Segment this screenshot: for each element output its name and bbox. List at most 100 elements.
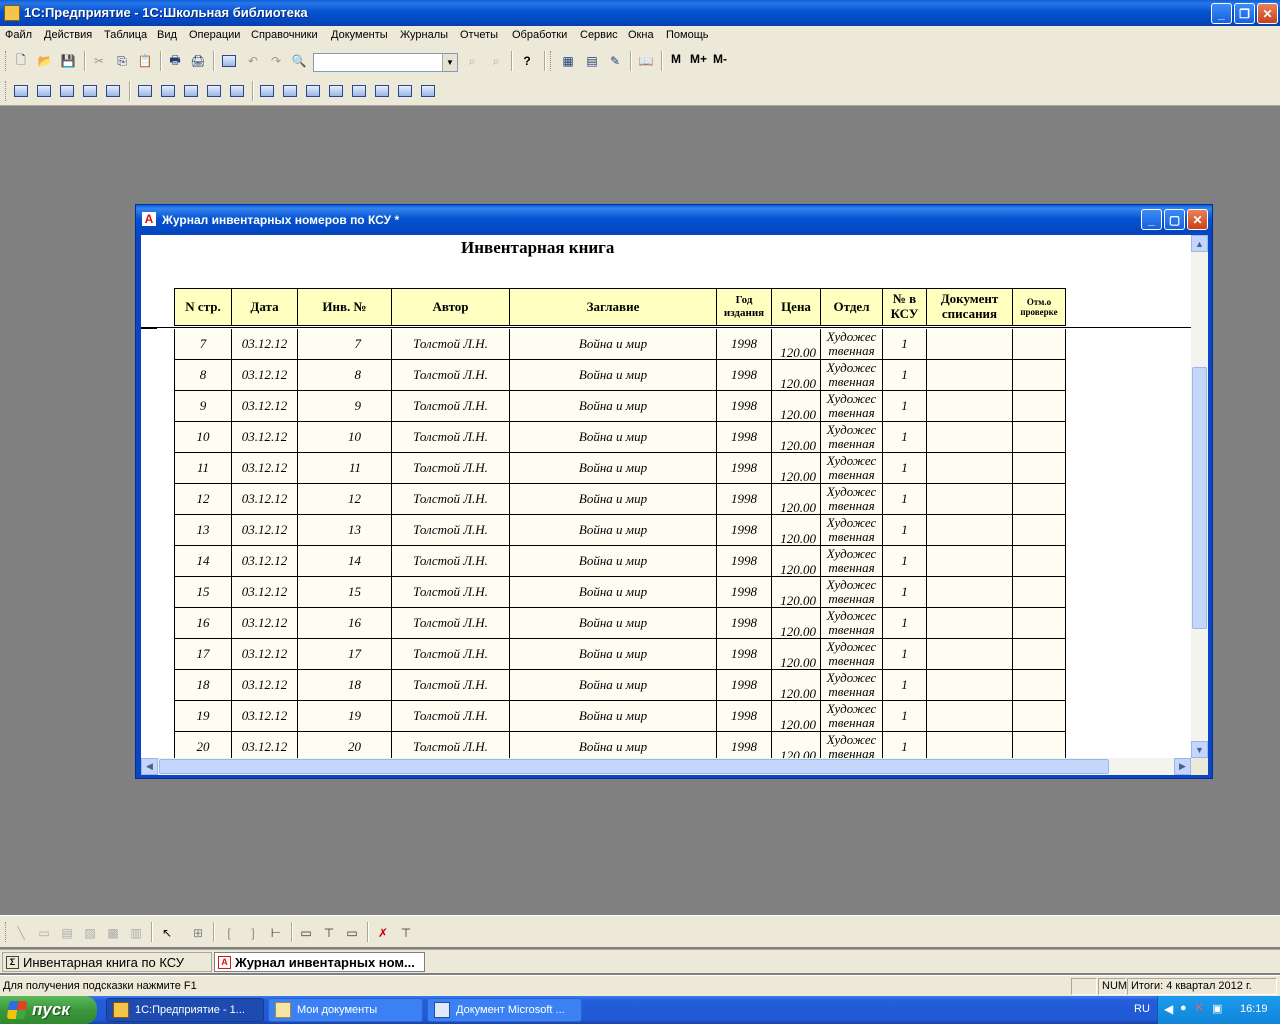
enumerations-icon[interactable] <box>159 82 177 100</box>
cell-check[interactable] <box>1012 329 1066 360</box>
cell-date[interactable]: 03.12.12 <box>231 422 297 453</box>
cell-writeoff[interactable] <box>926 515 1012 546</box>
cell-inv[interactable]: 9 <box>297 391 391 422</box>
toolbar-grip[interactable] <box>5 922 8 942</box>
cell-dept[interactable]: Художес твенная <box>820 391 882 422</box>
cell-line[interactable]: 16 <box>174 608 231 639</box>
cell-price[interactable]: 120.00 <box>771 670 820 701</box>
table-row[interactable]: 11 03.12.12 11 Толстой Л.Н. Война и мир 1998 1… <box>141 453 1191 484</box>
cell-date[interactable]: 03.12.12 <box>231 732 297 758</box>
notebook-icon[interactable] <box>396 82 414 100</box>
cell-title[interactable]: Война и мир <box>509 329 716 360</box>
catalogs-icon[interactable] <box>35 82 53 100</box>
cell-ksu[interactable]: 1 <box>882 360 926 391</box>
toolbar-grip[interactable] <box>5 81 8 101</box>
vertical-scrollbar[interactable]: ▲ ▼ <box>1191 235 1208 758</box>
cell-title[interactable]: Война и мир <box>509 391 716 422</box>
cell-year[interactable]: 1998 <box>716 360 771 391</box>
cell-check[interactable] <box>1012 608 1066 639</box>
cell-ksu[interactable]: 1 <box>882 670 926 701</box>
report-minimize-button[interactable]: _ <box>1141 209 1162 230</box>
tab-inventory-book[interactable]: Σ Инвентарная книга по КСУ <box>2 952 212 972</box>
memory-button[interactable]: M <box>671 52 681 66</box>
constants-icon[interactable] <box>12 82 30 100</box>
cell-author[interactable]: Толстой Л.Н. <box>391 732 509 758</box>
cell-writeoff[interactable] <box>926 608 1012 639</box>
copy-icon[interactable]: ⎘ <box>113 52 131 70</box>
documents-icon[interactable] <box>58 82 76 100</box>
cell-price[interactable]: 120.00 <box>771 329 820 360</box>
cell-line[interactable]: 18 <box>174 670 231 701</box>
cell-inv[interactable]: 16 <box>297 608 391 639</box>
cell-date[interactable]: 03.12.12 <box>231 329 297 360</box>
cell-dept[interactable]: Художес твенная <box>820 360 882 391</box>
find-prev-icon[interactable]: ⌕ <box>487 52 505 70</box>
tray-expand-icon[interactable]: ◀ <box>1164 1002 1173 1016</box>
cell-line[interactable]: 8 <box>174 360 231 391</box>
cell-date[interactable]: 03.12.12 <box>231 515 297 546</box>
cell-year[interactable]: 1998 <box>716 422 771 453</box>
cell-ksu[interactable]: 1 <box>882 484 926 515</box>
cell-author[interactable]: Толстой Л.Н. <box>391 639 509 670</box>
cell-price[interactable]: 120.00 <box>771 577 820 608</box>
cell-ksu[interactable]: 1 <box>882 453 926 484</box>
list-icon[interactable] <box>327 82 345 100</box>
cell-inv[interactable]: 15 <box>297 577 391 608</box>
cell-line[interactable]: 12 <box>174 484 231 515</box>
cell-year[interactable]: 1998 <box>716 639 771 670</box>
cell-price[interactable]: 120.00 <box>771 732 820 758</box>
cell-check[interactable] <box>1012 732 1066 758</box>
cell-line[interactable]: 19 <box>174 701 231 732</box>
table-row[interactable]: 14 03.12.12 14 Толстой Л.Н. Война и мир 1998 1… <box>141 546 1191 577</box>
cell-year[interactable]: 1998 <box>716 608 771 639</box>
chart-icon[interactable]: ▥ <box>127 924 145 942</box>
calc-kinds-icon[interactable] <box>205 82 223 100</box>
open-icon[interactable]: 📂 <box>36 52 54 70</box>
scroll-up-icon[interactable]: ▲ <box>1191 235 1208 252</box>
cell-title[interactable]: Война и мир <box>509 546 716 577</box>
cell-ksu[interactable]: 1 <box>882 608 926 639</box>
table-row[interactable]: 8 03.12.12 8 Толстой Л.Н. Война и мир 1998 120… <box>141 360 1191 391</box>
text-box-icon[interactable]: ▤ <box>58 924 76 942</box>
cell-dept[interactable]: Художес твенная <box>820 639 882 670</box>
cell-date[interactable]: 03.12.12 <box>231 391 297 422</box>
new-icon[interactable]: 🗋 <box>12 52 30 70</box>
table-row[interactable]: 13 03.12.12 13 Толстой Л.Н. Война и мир 1998 1… <box>141 515 1191 546</box>
cell-inv[interactable]: 14 <box>297 546 391 577</box>
cell-title[interactable]: Война и мир <box>509 360 716 391</box>
pointer-icon[interactable]: ↖ <box>158 924 176 942</box>
edit-icon[interactable]: ✎ <box>606 52 624 70</box>
menu-reports[interactable]: Отчеты <box>460 29 498 41</box>
cell-dept[interactable]: Художес твенная <box>820 546 882 577</box>
task-1c[interactable]: 1С:Предприятие - 1... <box>106 998 264 1022</box>
menu-windows[interactable]: Окна <box>628 29 654 41</box>
sequence-icon[interactable] <box>228 82 246 100</box>
cell-title[interactable]: Война и мир <box>509 732 716 758</box>
print-preview-icon[interactable]: 🖨 <box>189 52 207 70</box>
table-row[interactable]: 17 03.12.12 17 Толстой Л.Н. Война и мир 1998 1… <box>141 639 1191 670</box>
cell-title[interactable]: Война и мир <box>509 608 716 639</box>
table-row[interactable]: 9 03.12.12 9 Толстой Л.Н. Война и мир 1998 120… <box>141 391 1191 422</box>
reports-icon[interactable] <box>104 82 122 100</box>
table-row[interactable]: 20 03.12.12 20 Толстой Л.Н. Война и мир 1998 1… <box>141 732 1191 758</box>
cell-inv[interactable]: 19 <box>297 701 391 732</box>
cell-dept[interactable]: Художес твенная <box>820 577 882 608</box>
report-maximize-button[interactable]: ▢ <box>1164 209 1185 230</box>
cell-price[interactable]: 120.00 <box>771 515 820 546</box>
menu-help[interactable]: Помощь <box>666 29 709 41</box>
no-grid-icon[interactable]: ✗ <box>374 924 392 942</box>
menu-references[interactable]: Справочники <box>251 29 318 41</box>
chevron-down-icon[interactable]: ▼ <box>442 54 457 71</box>
restore-button[interactable]: ❐ <box>1234 3 1255 24</box>
cell-check[interactable] <box>1012 453 1066 484</box>
find-next-icon[interactable]: ⌕ <box>463 52 481 70</box>
cell-price[interactable]: 120.00 <box>771 546 820 577</box>
cell-year[interactable]: 1998 <box>716 484 771 515</box>
cell-author[interactable]: Толстой Л.Н. <box>391 670 509 701</box>
cell-price[interactable]: 120.00 <box>771 360 820 391</box>
cell-writeoff[interactable] <box>926 391 1012 422</box>
menu-table[interactable]: Таблица <box>104 29 147 41</box>
tray-network-icon[interactable]: ▣ <box>1212 1002 1222 1015</box>
cell-price[interactable]: 120.00 <box>771 391 820 422</box>
clock[interactable]: 16:19 <box>1240 1003 1268 1015</box>
